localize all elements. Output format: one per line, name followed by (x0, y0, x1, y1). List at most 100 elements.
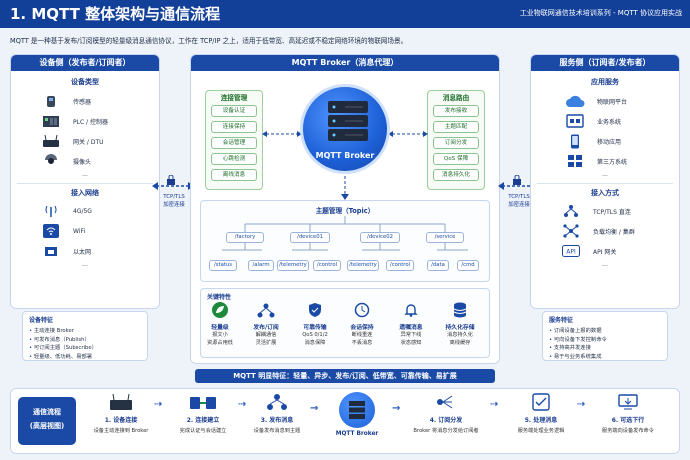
flow-arrow: → (392, 403, 401, 414)
connection-mgmt-title: 连接管理 (220, 94, 248, 102)
svg-text:API: API (566, 249, 576, 256)
flow-arrow: → (310, 403, 319, 414)
conn-item: 连接保持 (211, 121, 257, 133)
feature-desc: 消息持久化 (447, 332, 473, 338)
app-label: 业务系统 (597, 118, 622, 126)
device-side-title: 设备侧（发布者/订阅者） (11, 55, 159, 71)
access-label: 负载均衡 / 集群 (593, 228, 635, 236)
device-label: 摄像头 (73, 158, 92, 166)
flow-title: 通信流程 (33, 408, 61, 416)
flow-title-box: 通信流程 (高层视图) (18, 397, 76, 445)
handshake-icon (190, 397, 216, 409)
conn-item: 设备认证 (211, 105, 257, 117)
cloud-icon (565, 94, 585, 109)
device-feature: 轻量级、低功耗、易部署 (29, 353, 147, 362)
conn-item: 离线消息 (211, 169, 257, 181)
network-label: 4G/5G (73, 207, 92, 215)
pubsub-icon (267, 394, 287, 410)
app-item-business: 业务系统 (565, 111, 679, 131)
flow-subtitle: (高层视图) (29, 422, 65, 430)
device-label: 网关 / DTU (73, 138, 104, 146)
mobile-icon (565, 134, 585, 149)
device-types-title: 设备类型 (71, 78, 99, 86)
connection-mgmt-box: 连接管理 设备认证 连接保持 会话管理 心跳检测 离线消息 (205, 90, 263, 190)
device-label: PLC / 控制器 (73, 118, 108, 126)
step-name: 6. 可选下行 (611, 417, 645, 424)
devices-more: ... (82, 171, 88, 178)
step-name: 4. 订阅分发 (429, 417, 463, 424)
flow-step-4: 4. 订阅分发 Broker 将消息分发给订阅者 (404, 393, 488, 434)
key-feature-persist: 持久化存储 消息持久化 离线缓存 (430, 301, 490, 347)
step-desc: 服务端处理业务逻辑 (517, 428, 565, 434)
broker-to-topic-arrow (341, 176, 349, 200)
route-item: QoS 保障 (433, 153, 479, 165)
gateway-icon (110, 393, 132, 410)
conn-arrows (262, 131, 302, 137)
database-icon (430, 301, 490, 319)
step-desc: MQTT Broker (335, 431, 379, 437)
service-feature: 支持高并发连接 (549, 344, 667, 353)
title-banner: 1. MQTT 整体架构与通信流程 工业物联网通信技术培训系列 - MQTT 协… (0, 0, 690, 28)
series-subtitle: 工业物联网通信技术培训系列 - MQTT 协议应用实战 (519, 9, 682, 17)
network-item-ethernet: 以太网 (41, 241, 159, 261)
feature-desc: 离线缓存 (449, 340, 471, 346)
topic-leaf: /telemetry (277, 260, 309, 271)
key-features-title: 关键特性 (207, 294, 232, 301)
broker-title: MQTT Broker（消息代理） (191, 55, 499, 71)
flow-step-broker: MQTT Broker (325, 392, 389, 437)
cluster-icon (561, 224, 581, 239)
ethernet-icon (41, 244, 61, 259)
message-routing-title: 消息路由 (442, 94, 470, 102)
service-side-title: 服务侧（订阅者/发布者） (531, 55, 679, 71)
access-more: … (602, 261, 608, 268)
app-label: 第三方系统 (597, 158, 628, 166)
topic-leaf: /status (209, 260, 237, 271)
step-name: 5. 处理消息 (524, 417, 558, 424)
step-name: 3. 发布消息 (260, 417, 294, 424)
app-label: 移动应用 (597, 138, 622, 146)
access-label: TCP/TLS 直连 (593, 208, 631, 216)
network-label: 以太网 (73, 248, 92, 256)
device-label: 传感器 (73, 98, 92, 106)
distribute-icon (437, 395, 453, 409)
topic-node: /device01 (290, 232, 330, 243)
topic-node: /service (426, 232, 464, 243)
route-item: 主题匹配 (433, 121, 479, 133)
step-name: 2. 连接建立 (186, 417, 220, 424)
network-title: 接入网络 (71, 189, 99, 197)
topic-node: /device02 (360, 232, 400, 243)
step-desc: 设备主动连接到 Broker (93, 428, 149, 434)
route-item: 订阅分发 (433, 137, 479, 149)
right-lock-icon (512, 170, 522, 189)
app-label: 物联网平台 (597, 98, 628, 106)
downlink-icon (618, 394, 638, 410)
flow-arrow: ⇢ (577, 399, 586, 410)
mqtt-features-banner: MQTT 明显特征：轻量、异步、发布/订阅、低带宽、可靠传输、易扩展 (195, 369, 495, 383)
network-item-cellular: 4G/5G (41, 201, 159, 221)
conn-item: 心跳检测 (211, 153, 257, 165)
flow-step-3: 3. 发布消息 设备发布消息到主题 (246, 393, 308, 434)
step-desc: 设备发布消息到主题 (253, 428, 301, 434)
device-feature: 可订阅主题（Subscribe） (29, 344, 147, 353)
page-title: 1. MQTT 整体架构与通信流程 (10, 5, 221, 23)
flow-step-6: 6. 可选下行 服务端向设备发布命令 (590, 393, 666, 434)
service-features-title: 服务特征 (549, 317, 574, 324)
device-features-note: 设备特征 主动连接 Broker 可发布消息（Publish） 可订阅主题（Su… (22, 311, 148, 361)
device-feature: 可发布消息（Publish） (29, 336, 147, 345)
process-icon (532, 393, 550, 411)
device-item-plc: PLC / 控制器 (41, 111, 159, 131)
device-item-camera: 摄像头 (41, 151, 159, 171)
wifi-icon (41, 224, 61, 239)
device-feature: 主动连接 Broker (29, 327, 147, 336)
service-side-panel: 服务侧（订阅者/发布者） 应用服务 物联网平台 业务系统 移动应用 第三方系统 … (530, 54, 680, 309)
app-item-third-party: 第三方系统 (565, 151, 679, 171)
conn-item: 会话管理 (211, 137, 257, 149)
broker-core: MQTT Broker (300, 84, 390, 174)
left-link-desc: 加密连接 (163, 202, 185, 208)
topic-leaf: /cmd (457, 260, 479, 271)
topic-leaf: /alarm (248, 260, 274, 271)
networks-more: … (82, 261, 88, 268)
gateway-icon (41, 134, 61, 149)
access-title: 接入方式 (591, 189, 619, 197)
topic-node: /factory (226, 232, 264, 243)
